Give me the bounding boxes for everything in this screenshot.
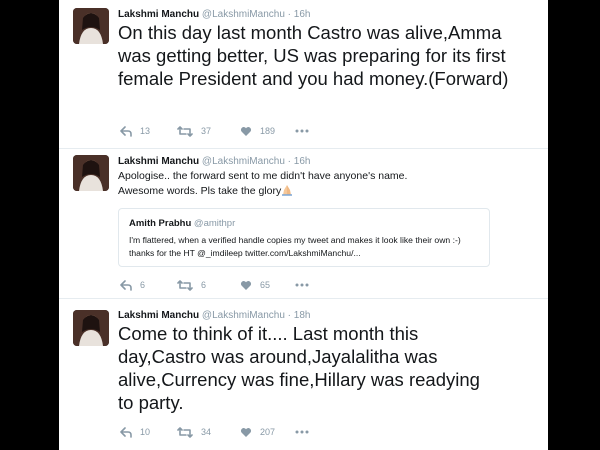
like-count: 65 [260,280,271,290]
retweet-action[interactable]: 37 [177,124,211,138]
tweet-timeline: Lakshmi Manchu @LakshmiManchu · 16h On t… [59,0,548,450]
quoted-user-handle[interactable]: @amithpr [194,218,235,229]
quoted-tweet-text: I'm flattered, when a verified handle co… [129,235,461,258]
like-action[interactable]: 189 [240,124,275,138]
tweet-text: Come to think of it.... Last month this … [118,323,480,413]
display-name[interactable]: Lakshmi Manchu [118,9,199,20]
quoted-tweet[interactable]: Amith Prabhu @amithpr I'm flattered, whe… [118,208,490,267]
tweet[interactable]: Lakshmi Manchu @LakshmiManchu · 18h Come… [59,299,548,450]
separator: · [287,9,292,20]
like-count: 207 [260,427,276,437]
tweet-text: Apologise.. the forward sent to me didn'… [118,169,538,199]
more-dots-icon [295,283,309,287]
tweet-header: Lakshmi Manchu @LakshmiManchu · 16h [118,9,310,21]
more-action[interactable] [295,124,309,138]
retweet-count: 37 [201,126,212,136]
retweet-action[interactable]: 6 [177,278,206,292]
heart-icon [240,427,252,437]
tweet-text-line: Apologise.. the forward sent to me didn'… [118,170,408,182]
tweet-header: Lakshmi Manchu @LakshmiManchu · 16h [118,156,310,168]
like-action[interactable]: 207 [240,425,275,439]
reply-count: 6 [140,280,146,290]
reply-action[interactable]: 13 [120,124,150,138]
retweet-count: 6 [201,280,207,290]
timestamp[interactable]: 16h [294,9,311,20]
heart-icon [240,126,252,136]
user-handle[interactable]: @LakshmiManchu [202,9,285,20]
reply-icon [120,279,132,291]
quoted-tweet-header: Amith Prabhu @amithpr [129,218,235,229]
display-name[interactable]: Lakshmi Manchu [118,156,199,167]
avatar[interactable] [73,8,109,44]
reply-action[interactable]: 10 [120,425,150,439]
more-action[interactable] [295,425,309,439]
user-handle[interactable]: @LakshmiManchu [202,156,285,167]
like-count: 189 [260,126,276,136]
avatar[interactable] [73,310,109,346]
like-action[interactable]: 65 [240,278,270,292]
reply-count: 10 [140,427,151,437]
more-dots-icon [295,430,309,434]
praying-hands-emoji [282,185,293,196]
retweet-icon [177,125,193,137]
separator: · [287,310,292,321]
retweet-count: 34 [201,427,212,437]
more-action[interactable] [295,278,309,292]
user-handle[interactable]: @LakshmiManchu [202,310,285,321]
timestamp[interactable]: 16h [294,156,311,167]
tweet-text: On this day last month Castro was alive,… [118,22,509,89]
retweet-icon [177,279,193,291]
heart-icon [240,280,252,290]
reply-count: 13 [140,126,151,136]
reply-icon [120,125,132,137]
display-name[interactable]: Lakshmi Manchu [118,310,199,321]
tweet-header: Lakshmi Manchu @LakshmiManchu · 18h [118,310,310,322]
tweet[interactable]: Lakshmi Manchu @LakshmiManchu · 16h Apol… [59,149,548,299]
retweet-action[interactable]: 34 [177,425,211,439]
tweet-text-line: Awesome words. Pls take the glory [118,184,538,199]
tweet[interactable]: Lakshmi Manchu @LakshmiManchu · 16h On t… [59,0,548,149]
avatar[interactable] [73,155,109,191]
tweet-text-segment: Awesome words. Pls take the glory [118,185,282,197]
quoted-display-name[interactable]: Amith Prabhu [129,218,191,229]
timestamp[interactable]: 18h [294,310,311,321]
more-dots-icon [295,129,309,133]
separator: · [287,156,292,167]
retweet-icon [177,426,193,438]
reply-action[interactable]: 6 [120,278,145,292]
reply-icon [120,426,132,438]
